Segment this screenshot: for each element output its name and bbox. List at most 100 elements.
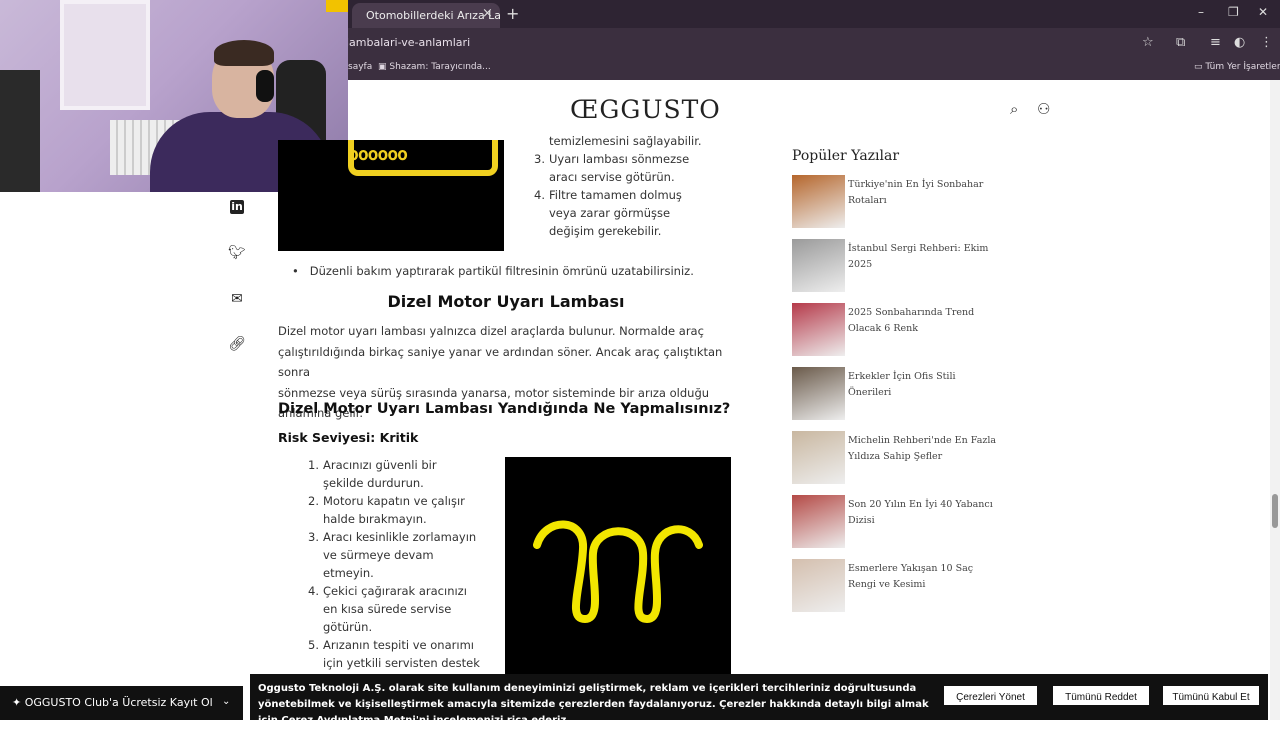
scroll-thumb[interactable] [1272, 494, 1278, 528]
site-header [348, 80, 1268, 140]
popular-post-item[interactable]: 2025 Sonbaharında Trend Olacak 6 Renk [792, 303, 1002, 357]
post-title[interactable]: Esmerlere Yakışan 10 Saç Rengi ve Kesimi [848, 561, 998, 593]
list-item: en kısa sürede servise [307, 600, 497, 618]
popular-post-item[interactable]: Erkekler İçin Ofis Stili Önerileri [792, 367, 1002, 421]
list-item: 3. Aracı kesinlikle zorlamayın [307, 528, 497, 546]
shazam-icon: ▣ [378, 62, 390, 72]
post-title[interactable]: Erkekler İçin Ofis Stili Önerileri [848, 369, 998, 401]
list-text: ve sürmeye devam [323, 548, 434, 562]
popular-post-item[interactable]: Türkiye'nin En İyi Sonbahar Rotaları [792, 175, 1002, 229]
user-icon[interactable]: ⚇ [1037, 100, 1050, 118]
webcam-person-hair [214, 40, 274, 66]
cookie-text: Oggusto Teknoloji A.Ş. olarak site kulla… [258, 681, 938, 729]
list-text: Filtre tamamen dolmuş [549, 188, 682, 202]
shazam-bookmark[interactable]: ▣ Shazam: Tarayıcında... [378, 62, 491, 72]
list-item: 5. Arızanın tespiti ve onarımı [307, 636, 497, 654]
list-item: halde bırakmayın. [307, 510, 497, 528]
subheading: Dizel Motor Uyarı Lambası Yandığında Ne … [278, 401, 731, 417]
browser-tab[interactable]: Otomobillerdeki Arıza Lambala [352, 3, 500, 28]
list-text: Aracı kesinlikle zorlamayın [323, 530, 477, 544]
filter-dots: oooooo [348, 144, 408, 165]
webcam-window [60, 0, 150, 110]
twitter-icon[interactable]: 🐦︎ [228, 245, 246, 263]
post-thumbnail[interactable] [792, 367, 845, 420]
menu-icon[interactable]: ⋮ [1260, 35, 1273, 50]
minimize-button[interactable]: – [1198, 5, 1204, 19]
list-item: temizlemesini sağlayabilir. [533, 132, 733, 150]
page-scrollbar[interactable] [1270, 80, 1280, 720]
list-text: Motoru kapatın ve çalışır [323, 494, 465, 508]
post-title[interactable]: Michelin Rehberi'nde En Fazla Yıldıza Sa… [848, 433, 998, 465]
list-text: temizlemesini sağlayabilir. [549, 134, 702, 148]
linkedin-icon[interactable]: in [230, 200, 244, 214]
list-item: için yetkili servisten destek [307, 654, 497, 672]
popular-post-item[interactable]: Son 20 Yılın En İyi 40 Yabancı Dizisi [792, 495, 1002, 549]
reject-all-button[interactable]: Tümünü Reddet [1053, 686, 1149, 705]
extensions-icon[interactable]: ⧉ [1176, 35, 1185, 50]
list-text: halde bırakmayın. [323, 512, 427, 526]
chevron-down-icon[interactable]: ⌄ [222, 696, 230, 707]
all-bookmarks[interactable]: ▭ Tüm Yer İşaretleri [1194, 62, 1280, 72]
webcam-banner [326, 0, 348, 12]
post-title[interactable]: 2025 Sonbaharında Trend Olacak 6 Renk [848, 305, 998, 337]
post-title[interactable]: Türkiye'nin En İyi Sonbahar Rotaları [848, 177, 998, 209]
cookie-banner: Oggusto Teknoloji A.Ş. olarak site kulla… [250, 674, 1268, 726]
list-item: 3. Uyarı lambası sönmezse [533, 150, 733, 168]
post-thumbnail[interactable] [792, 239, 845, 292]
webcam-monitor [0, 70, 40, 192]
popular-post-item[interactable]: Esmerlere Yakışan 10 Saç Rengi ve Kesimi [792, 559, 1002, 613]
sparkle-icon: ✦ [12, 696, 25, 709]
accept-all-button[interactable]: Tümünü Kabul Et [1163, 686, 1259, 705]
media-icon[interactable]: ≡ [1210, 35, 1221, 50]
post-thumbnail[interactable] [792, 431, 845, 484]
maximize-button[interactable]: ❐ [1228, 5, 1239, 19]
warning-light-image-top: oooooo [278, 140, 504, 251]
glow-plug-image [505, 457, 731, 675]
profile-icon[interactable]: ◐ [1234, 35, 1245, 50]
list-number: 4. [308, 584, 319, 598]
club-signup-bar[interactable]: ✦ OGGUSTO Club'a Ücretsiz Kayıt Ol ⌄ [0, 686, 243, 720]
popular-post-item[interactable]: İstanbul Sergi Rehberi: Ekim 2025 [792, 239, 1002, 293]
new-tab-button[interactable]: + [506, 4, 519, 23]
paragraph-line: Dizel motor uyarı lambası yalnızca dizel… [278, 324, 704, 338]
tab-title: Otomobillerdeki Arıza Lambala [366, 9, 500, 22]
list-item: götürün. [307, 618, 497, 636]
list-item: ve sürmeye devam [307, 546, 497, 564]
url-text[interactable]: lambalari-ve-anlamlari [346, 36, 470, 49]
star-icon[interactable]: ☆ [1142, 35, 1154, 50]
section-heading: Dizel Motor Uyarı Lambası [387, 292, 625, 311]
post-thumbnail[interactable] [792, 559, 845, 612]
manage-cookies-button[interactable]: Çerezleri Yönet [944, 686, 1037, 705]
list-number: 2. [308, 494, 319, 508]
coil-path [533, 520, 703, 624]
tab-close-icon[interactable]: × [482, 6, 493, 21]
search-icon[interactable]: ⌕ [1010, 100, 1018, 118]
post-thumbnail[interactable] [792, 175, 845, 228]
list-item: aracı servise götürün. [533, 168, 733, 186]
list-number: 5. [308, 638, 319, 652]
post-thumbnail[interactable] [792, 495, 845, 548]
list-text: Aracınızı güvenli bir [323, 458, 437, 472]
list-text: Çekici çağırarak aracınızı [323, 584, 467, 598]
site-logo[interactable]: ŒGGUSTO [570, 95, 721, 124]
webcam-headset [256, 70, 274, 102]
list-number: 3. [534, 152, 545, 166]
post-thumbnail[interactable] [792, 303, 845, 356]
cookie-policy-link[interactable]: Çerez Aydınlatma Metni [281, 715, 415, 726]
list-number: 4. [534, 188, 545, 202]
list-item: 2. Motoru kapatın ve çalışır [307, 492, 497, 510]
paragraph-line: çalıştırıldığında birkaç saniye yanar ve… [278, 344, 723, 380]
list-text: değişim gerekebilir. [549, 224, 662, 238]
list-item: 4. Çekici çağırarak aracınızı [307, 582, 497, 600]
mail-icon[interactable]: ✉ [228, 291, 246, 309]
post-title[interactable]: Son 20 Yılın En İyi 40 Yabancı Dizisi [848, 497, 998, 529]
link-icon[interactable]: 🔗︎ [228, 336, 246, 354]
popular-post-item[interactable]: Michelin Rehberi'nde En Fazla Yıldıza Sa… [792, 431, 1002, 485]
post-title[interactable]: İstanbul Sergi Rehberi: Ekim 2025 [848, 241, 998, 273]
list-number: 1. [308, 458, 319, 472]
club-label: OGGUSTO Club'a Ücretsiz Kayıt Ol [24, 696, 213, 709]
cookie-text-end: 'ni incelemenizi rica ederiz. [415, 715, 571, 726]
list-text: etmeyin. [323, 566, 374, 580]
close-window-button[interactable]: ✕ [1258, 5, 1268, 19]
bookmark-item[interactable]: sayfa [348, 62, 372, 72]
